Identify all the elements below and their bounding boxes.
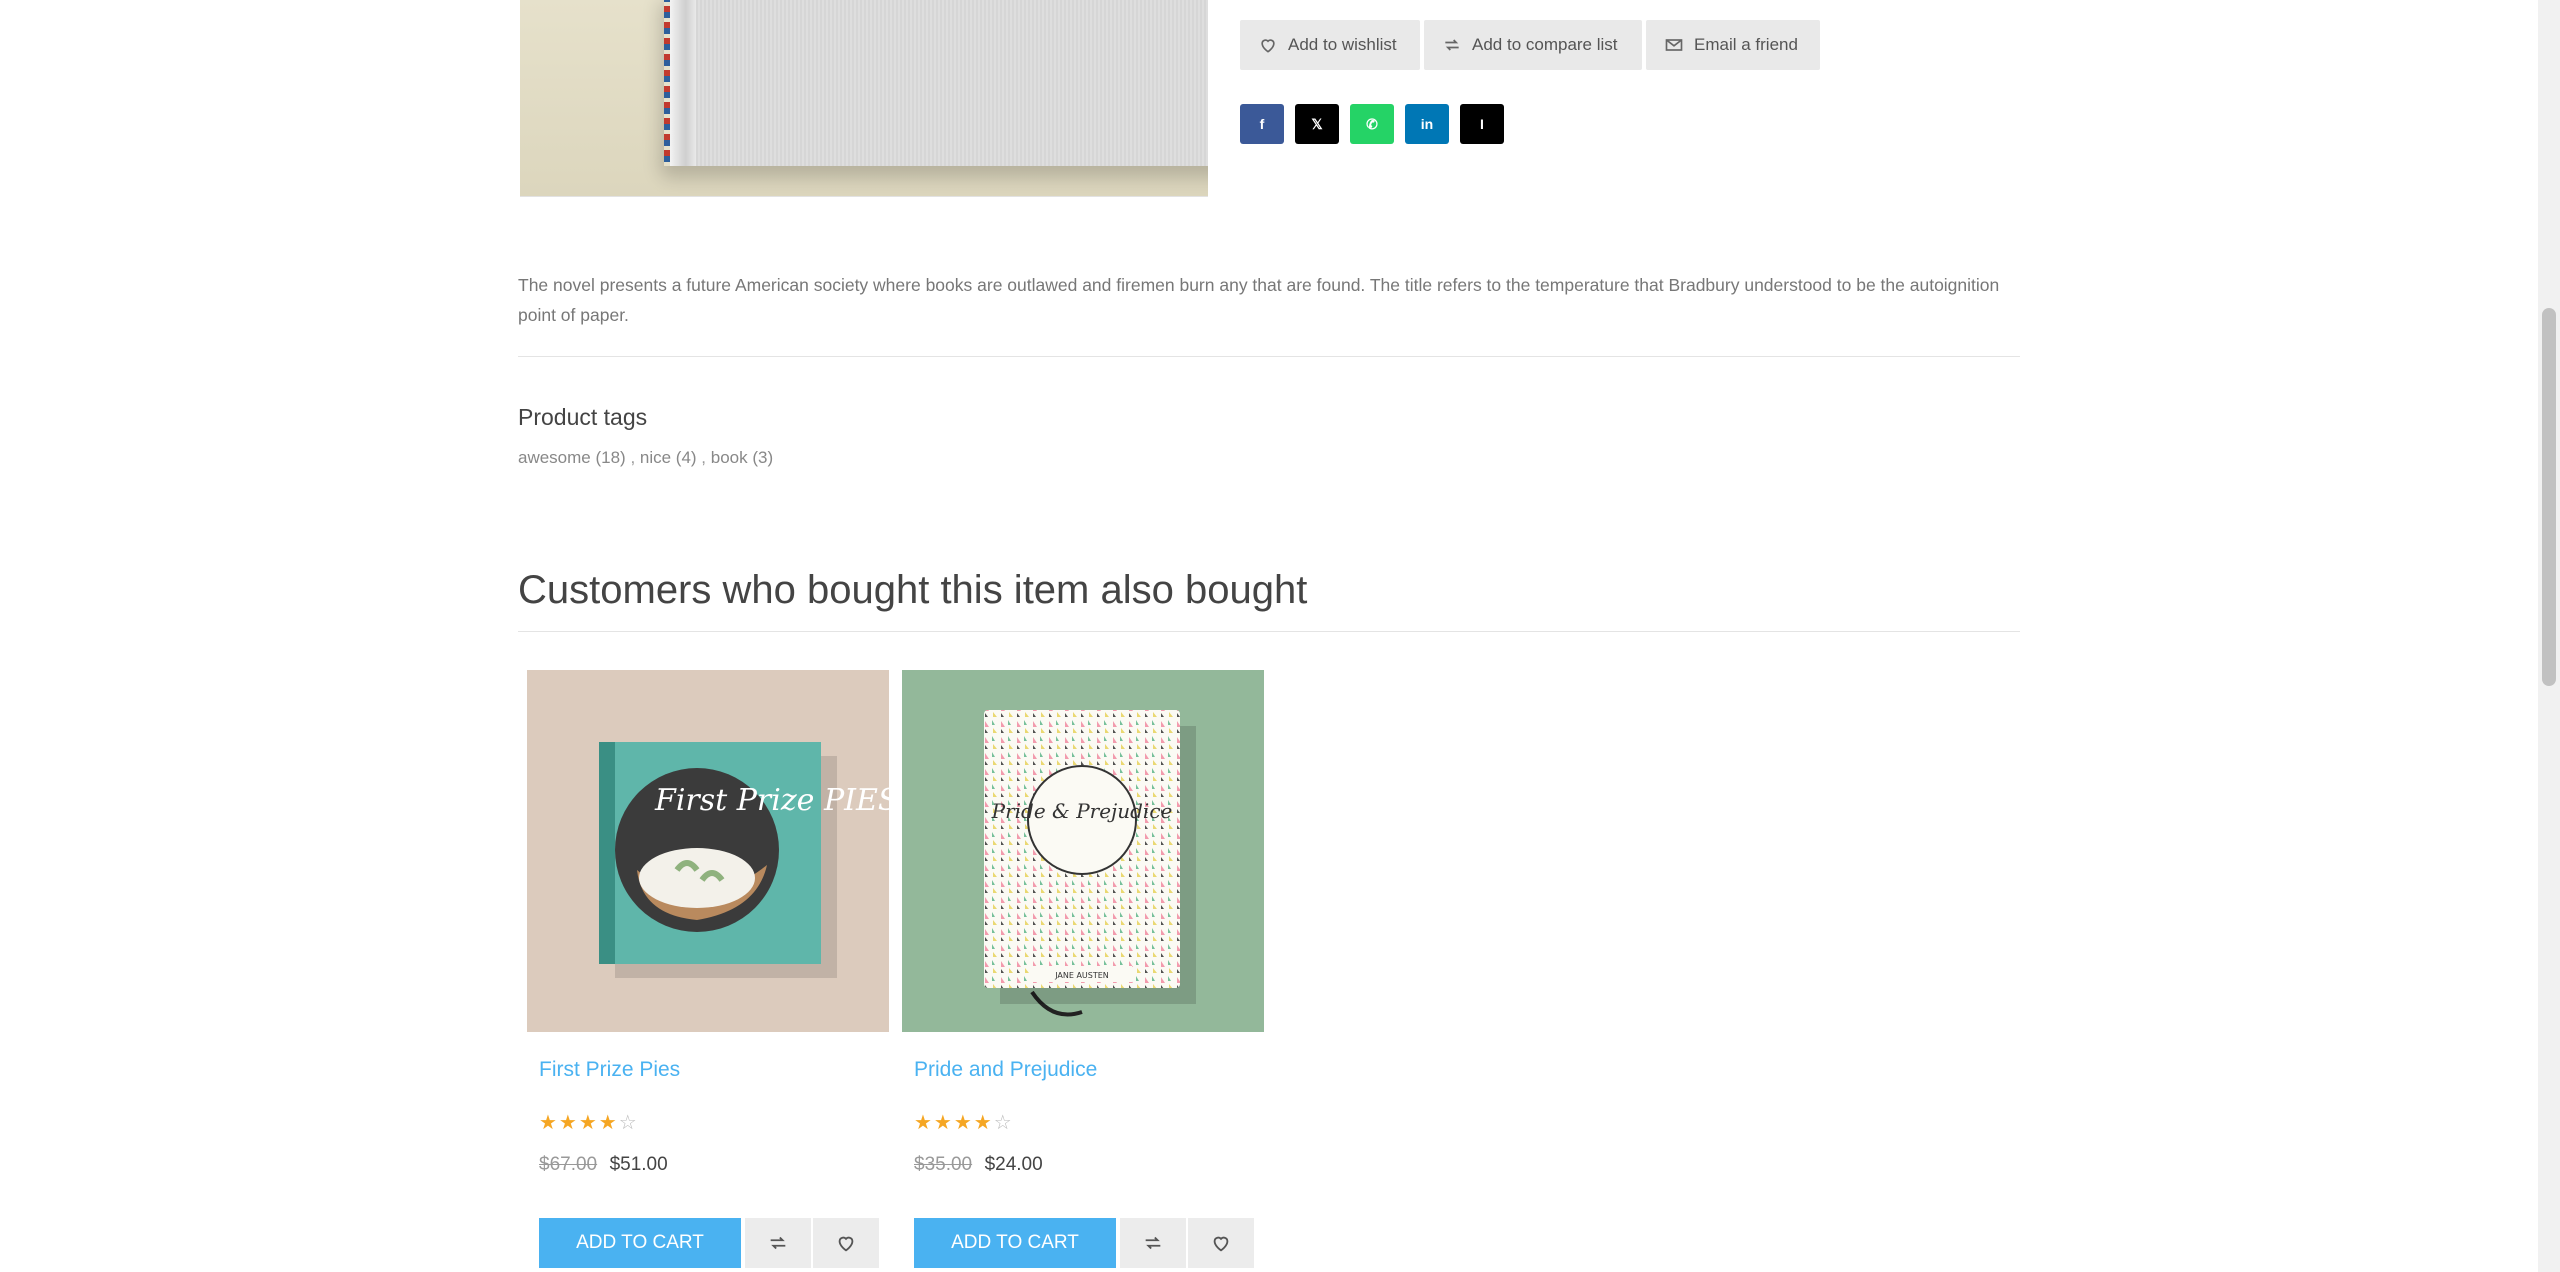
- facebook-icon: f: [1259, 116, 1265, 132]
- envelope-icon: [1665, 39, 1683, 51]
- product-image[interactable]: Pride & Prejudice JANE AUSTEN: [902, 670, 1264, 1032]
- actual-price: $24.00: [984, 1154, 1043, 1175]
- book-cover-image: [664, 0, 1208, 166]
- product-tags-title: Product tags: [518, 404, 648, 430]
- cover-title: Pride & Prejudice: [991, 799, 1173, 823]
- cover-author: JANE AUSTEN: [1054, 971, 1109, 980]
- add-to-wishlist-button[interactable]: Add to wishlist: [1240, 20, 1420, 70]
- product-title-link[interactable]: Pride and Prejudice: [914, 1058, 1097, 1082]
- divider: [518, 356, 2020, 357]
- heart-icon: [838, 1236, 854, 1252]
- instapaper-icon: I: [1480, 116, 1484, 132]
- rating-stars: ★★★★☆: [539, 1112, 639, 1134]
- product-main-image[interactable]: [520, 0, 1208, 197]
- share-linkedin-button[interactable]: in: [1405, 104, 1449, 144]
- book-cover-image: Pride & Prejudice JANE AUSTEN: [902, 670, 1264, 1032]
- rating-stars: ★★★★☆: [914, 1112, 1014, 1134]
- linkedin-icon: in: [1420, 116, 1434, 132]
- divider: [518, 631, 2020, 632]
- email-label: Email a friend: [1694, 35, 1798, 54]
- add-to-cart-button[interactable]: Add to cart: [914, 1218, 1116, 1268]
- whatsapp-icon: ✆: [1366, 115, 1378, 132]
- heart-icon: [1261, 39, 1275, 53]
- share-whatsapp-button[interactable]: ✆: [1350, 104, 1394, 144]
- product-card-pride-and-prejudice: Pride & Prejudice JANE AUSTEN Pride and …: [902, 670, 1264, 1268]
- email-a-friend-button[interactable]: Email a friend: [1646, 20, 1820, 70]
- add-to-compare-button[interactable]: [1120, 1218, 1186, 1268]
- also-bought-title: Customers who bought this item also boug…: [518, 568, 1308, 612]
- actual-price: $51.00: [609, 1154, 668, 1175]
- compare-icon: [1145, 1236, 1161, 1250]
- scrollbar-thumb[interactable]: [2542, 308, 2556, 686]
- book-cover-image: First Prize PIES: [527, 670, 889, 1032]
- wishlist-label: Add to wishlist: [1288, 35, 1397, 54]
- share-instapaper-button[interactable]: I: [1460, 104, 1504, 144]
- tag-book[interactable]: book (3): [711, 448, 773, 467]
- old-price: $67.00: [539, 1154, 598, 1175]
- product-title-link[interactable]: First Prize Pies: [539, 1058, 680, 1082]
- tag-awesome[interactable]: awesome (18): [518, 448, 626, 467]
- product-full-description: The novel presents a future American soc…: [518, 275, 2000, 325]
- compare-icon: [770, 1236, 786, 1250]
- product-image[interactable]: First Prize PIES: [527, 670, 889, 1032]
- old-price: $35.00: [914, 1154, 973, 1175]
- price-block: $67.00 $51.00: [539, 1154, 668, 1176]
- tag-nice[interactable]: nice (4): [640, 448, 697, 467]
- add-to-cart-button[interactable]: Add to cart: [539, 1218, 741, 1268]
- add-to-wishlist-button[interactable]: [813, 1218, 879, 1268]
- share-x-button[interactable]: 𝕏: [1295, 104, 1339, 144]
- x-icon: 𝕏: [1311, 115, 1323, 132]
- compare-icon: [1445, 39, 1459, 51]
- add-to-compare-button[interactable]: Add to compare list: [1424, 20, 1642, 70]
- add-to-compare-button[interactable]: [745, 1218, 811, 1268]
- product-tags-list: awesome (18) , nice (4) , book (3): [518, 448, 774, 467]
- cover-title: First Prize PIES: [654, 783, 889, 818]
- share-facebook-button[interactable]: f: [1240, 104, 1284, 144]
- heart-icon: [1213, 1236, 1229, 1252]
- product-card-first-prize-pies: First Prize PIES First Prize Pies ★★★★☆ …: [527, 670, 889, 1268]
- price-block: $35.00 $24.00: [914, 1154, 1043, 1176]
- add-to-wishlist-button[interactable]: [1188, 1218, 1254, 1268]
- compare-label: Add to compare list: [1472, 35, 1618, 54]
